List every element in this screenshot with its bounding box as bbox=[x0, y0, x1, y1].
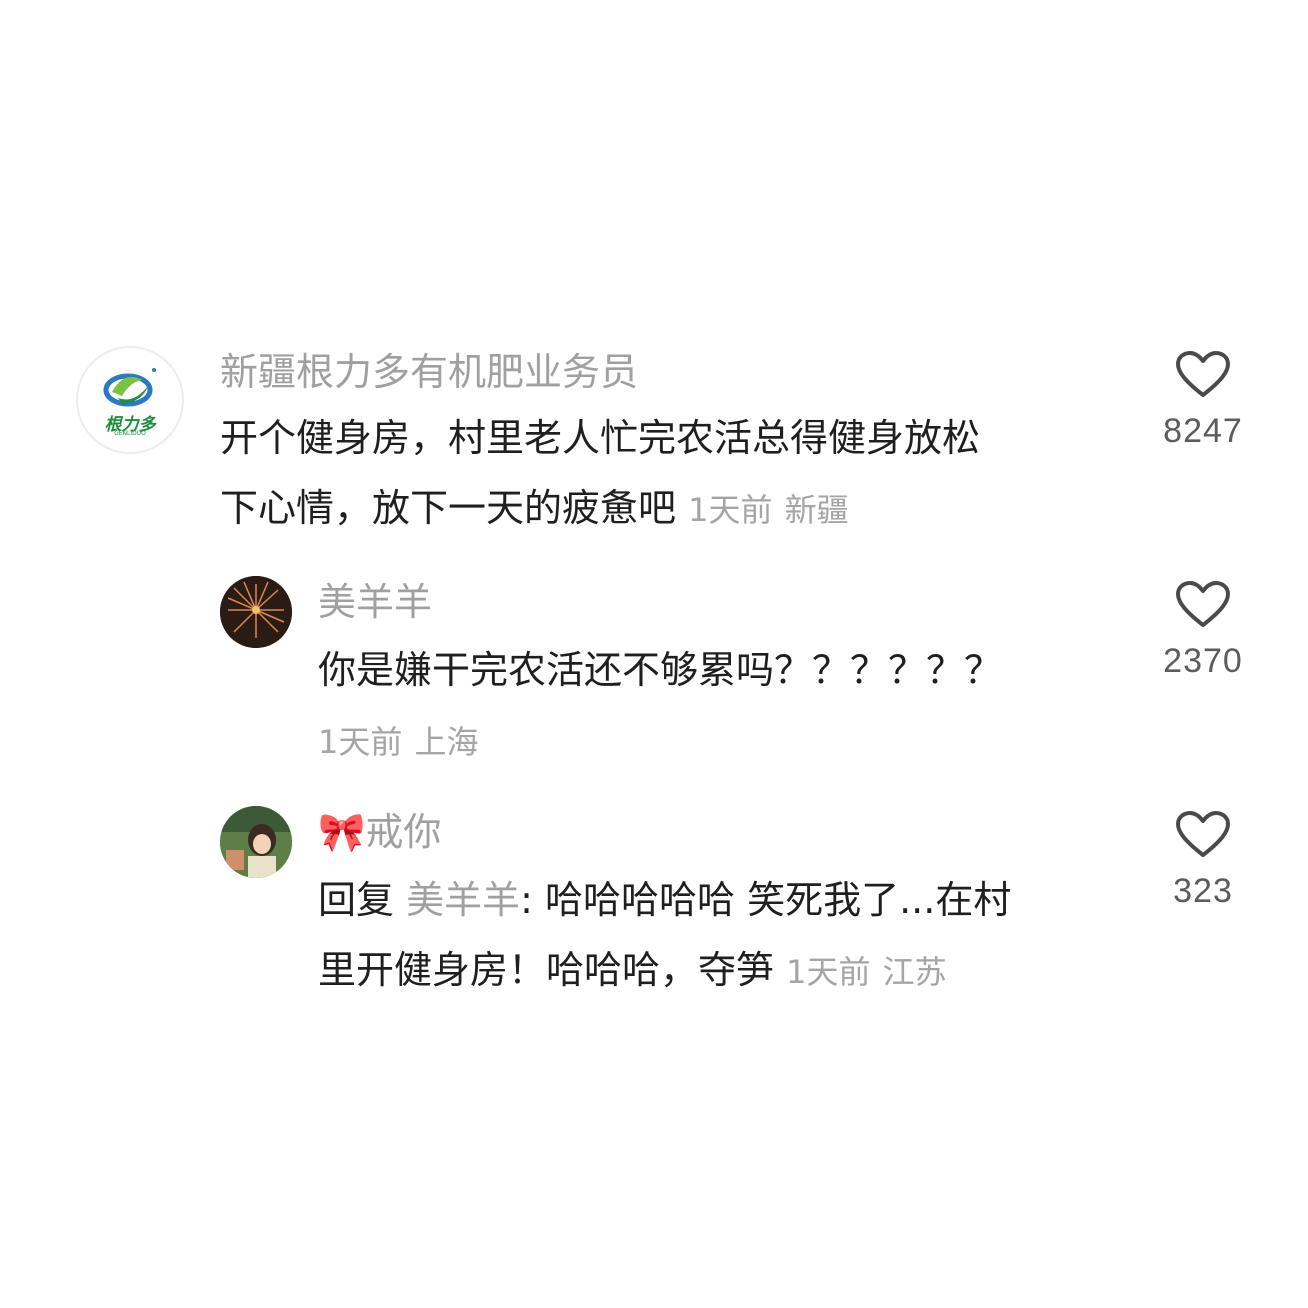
comment-meta: 1天前 上海 bbox=[318, 706, 478, 776]
heart-icon bbox=[1176, 581, 1230, 627]
logo-subtext: GENLIDUO bbox=[114, 430, 146, 437]
comment-text: 下心情，放下一天的疲惫吧 bbox=[220, 486, 677, 530]
like-button[interactable]: 2370 bbox=[1148, 580, 1258, 681]
anime-character-icon bbox=[220, 806, 292, 878]
username[interactable]: 美羊羊 bbox=[318, 578, 432, 626]
reply-label: 回复 bbox=[318, 878, 395, 922]
like-button[interactable]: 8247 bbox=[1148, 350, 1258, 451]
location: 新疆 bbox=[784, 491, 849, 529]
like-count: 2370 bbox=[1163, 642, 1243, 680]
location: 江苏 bbox=[882, 953, 947, 991]
heart-icon bbox=[1176, 351, 1230, 397]
reply-target-username[interactable]: 美羊羊 bbox=[406, 878, 520, 922]
comment-text: : 哈哈哈哈哈 笑死我了...在村 bbox=[520, 878, 1012, 922]
username[interactable]: 🎀戒你 bbox=[318, 808, 441, 856]
username-text: 戒你 bbox=[365, 810, 442, 854]
comment-text: 里开健身房！哈哈哈，夺笋 bbox=[318, 948, 775, 992]
like-button[interactable]: 323 bbox=[1148, 810, 1258, 911]
timestamp: 1天前 bbox=[688, 491, 773, 529]
comment-text-line: 开个健身房，村里老人忙完农活总得健身放松 bbox=[220, 416, 981, 460]
comment-text-line: 里开健身房！哈哈哈，夺笋 1天前 江苏 bbox=[318, 936, 947, 1006]
username[interactable]: 新疆根力多有机肥业务员 bbox=[220, 348, 638, 396]
bow-emoji: 🎀 bbox=[318, 810, 366, 854]
fireworks-icon bbox=[220, 576, 292, 648]
comment-text-line: 下心情，放下一天的疲惫吧 1天前 新疆 bbox=[220, 474, 849, 544]
like-count: 323 bbox=[1173, 872, 1233, 910]
like-count: 8247 bbox=[1163, 412, 1243, 450]
location: 上海 bbox=[414, 723, 479, 761]
timestamp: 1天前 bbox=[786, 953, 871, 991]
comment-text-line: 回复 美羊羊: 哈哈哈哈哈 笑死我了...在村 bbox=[318, 866, 1011, 934]
timestamp: 1天前 bbox=[318, 723, 403, 761]
avatar[interactable] bbox=[220, 576, 292, 648]
avatar[interactable]: 根力多 GENLIDUO bbox=[76, 346, 184, 454]
comment-text: 你是嫌干完农活还不够累吗？？？？？？ bbox=[318, 648, 1003, 692]
avatar[interactable] bbox=[220, 806, 292, 878]
heart-icon bbox=[1176, 811, 1230, 857]
